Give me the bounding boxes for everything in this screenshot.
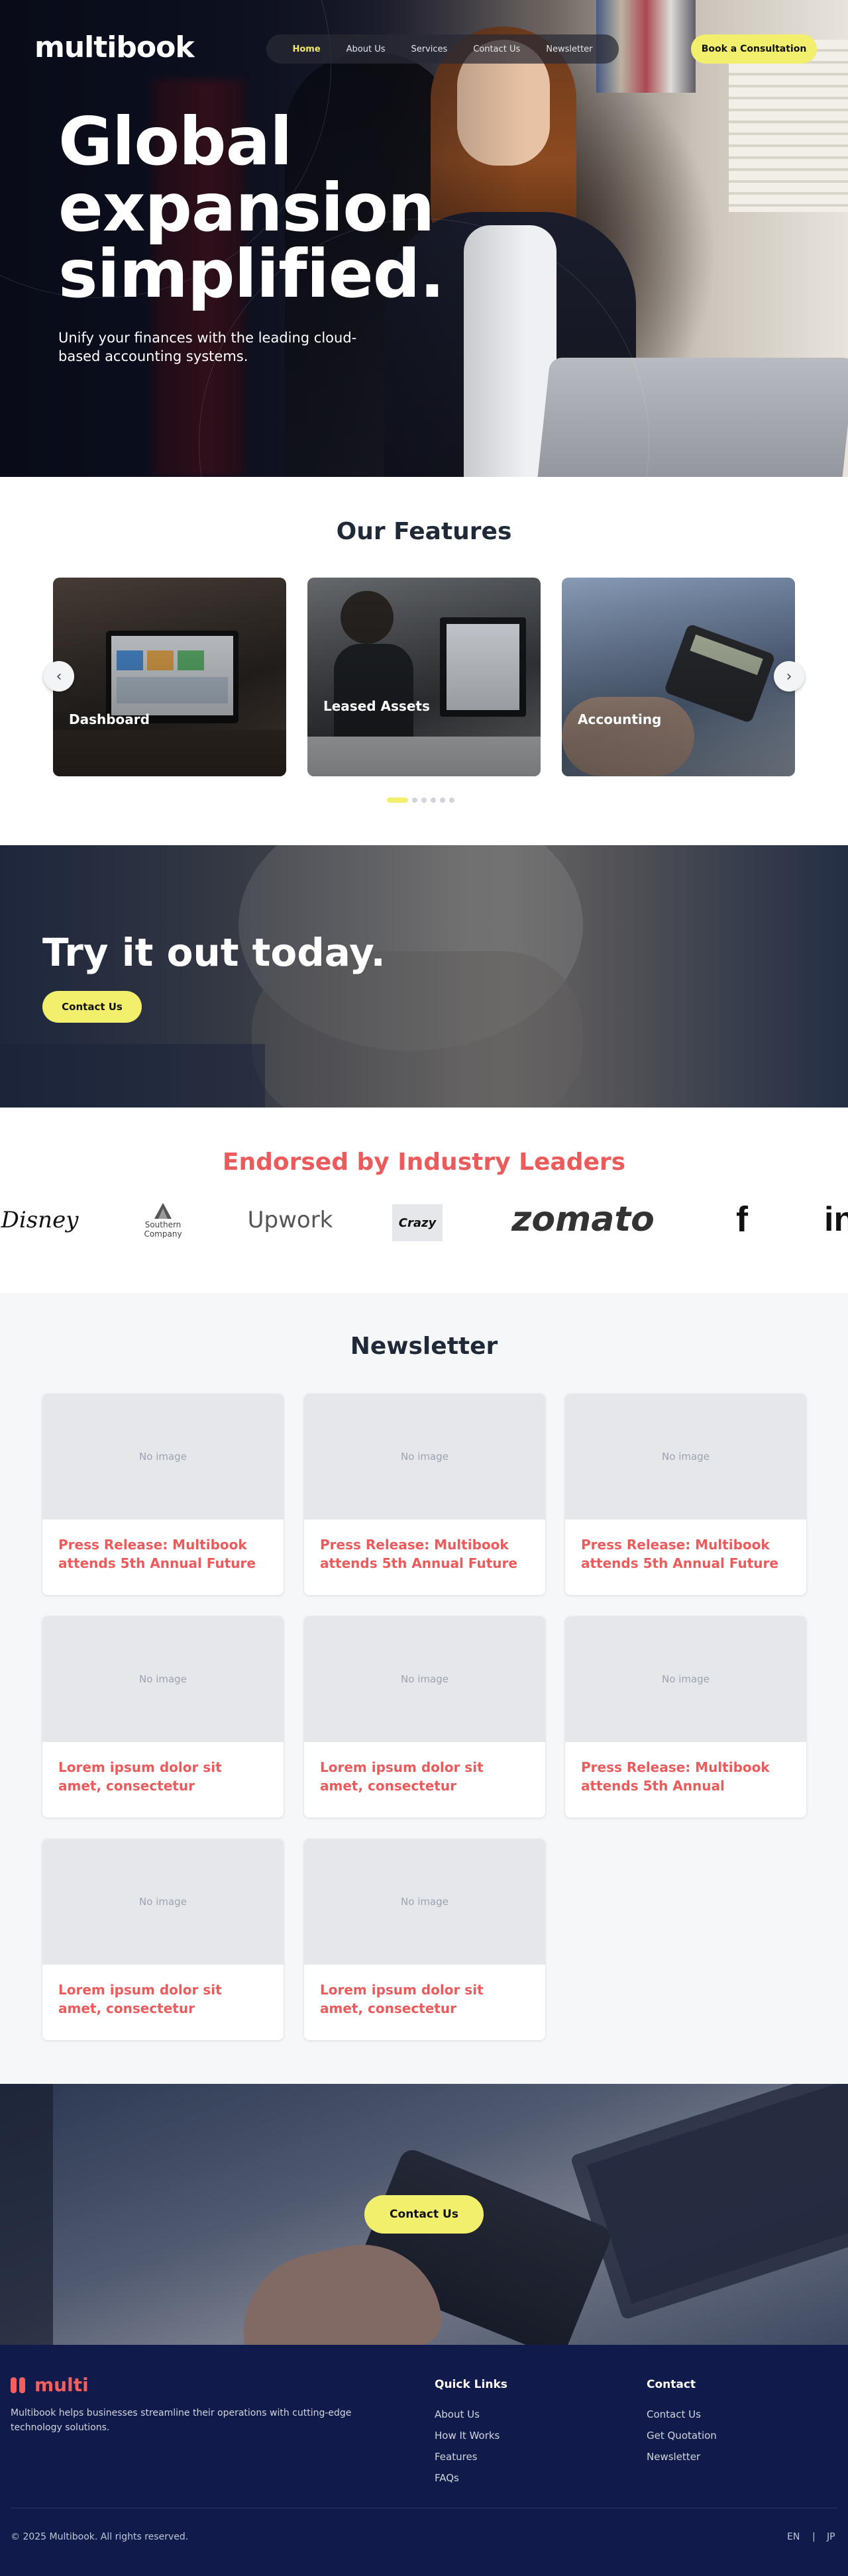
carousel-dot[interactable] <box>449 798 454 803</box>
newsletter-card-image: No image <box>304 1839 545 1965</box>
feature-card-label: Accounting <box>578 711 662 727</box>
language-en-link[interactable]: EN <box>787 2532 800 2542</box>
carousel-dot[interactable] <box>412 798 417 803</box>
newsletter-card[interactable]: No image Lorem ipsum dolor sit amet, con… <box>304 1616 545 1818</box>
brand-logo-upwork: Upwork <box>247 1207 333 1233</box>
hero-section: multibook Home About Us Services Contact… <box>0 0 848 477</box>
newsletter-card[interactable]: No image Press Release: Multibook attend… <box>304 1394 545 1595</box>
nav-home[interactable]: Home <box>292 44 320 54</box>
newsletter-card-title: Lorem ipsum dolor sit amet, consectetur … <box>320 1982 484 2016</box>
language-separator: | <box>812 2532 816 2542</box>
language-jp-link[interactable]: JP <box>827 2532 835 2542</box>
hero-subtitle: Unify your finances with the leading clo… <box>58 330 357 364</box>
nav-services[interactable]: Services <box>411 44 447 54</box>
newsletter-card-image: No image <box>304 1394 545 1520</box>
newsletter-card-image: No image <box>304 1616 545 1742</box>
footer-link-contact-us[interactable]: Contact Us <box>647 2408 701 2420</box>
endorsed-section: Endorsed by Industry Leaders Disney Sout… <box>0 1108 848 1293</box>
newsletter-card-image: No image <box>42 1616 284 1742</box>
newsletter-section: Newsletter No image Press Release: Multi… <box>0 1293 848 2084</box>
footer-link-features[interactable]: Features <box>435 2451 478 2463</box>
newsletter-card-title: Press Release: Multibook attends 5th Ann… <box>58 1537 256 1571</box>
features-section: Our Features Dashboard Leased Assets Acc… <box>0 477 848 845</box>
cta-title: Try it out today. <box>42 930 386 975</box>
footer-link-faqs[interactable]: FAQs <box>435 2472 459 2484</box>
footer-logo[interactable]: multi <box>11 2374 89 2396</box>
facebook-icon: f <box>736 1200 748 1239</box>
newsletter-card-title: Press Release: Multibook attends 5th Ann… <box>581 1537 778 1571</box>
nav-about-us[interactable]: About Us <box>346 44 386 54</box>
site-logo[interactable]: multibook <box>34 30 195 64</box>
brand-logo-zomato: zomato <box>511 1200 655 1239</box>
feature-card-label: Leased Assets <box>323 698 430 714</box>
quick-links-title: Quick Links <box>435 2378 507 2391</box>
newsletter-card-title: Lorem ipsum dolor sit amet, consectetur … <box>58 1759 222 1794</box>
newsletter-card[interactable]: No image Press Release: Multibook attend… <box>565 1394 806 1595</box>
brand-logo-southern-company: Southern Company <box>130 1194 196 1247</box>
chevron-right-icon: › <box>786 668 792 685</box>
newsletter-card-title: Press Release: Multibook attends 5th Ann… <box>581 1759 770 1794</box>
brand-logo-crazy: Crazy <box>392 1204 443 1241</box>
footer-link-newsletter[interactable]: Newsletter <box>647 2451 700 2463</box>
chevron-left-icon: ‹ <box>56 668 62 685</box>
footer-link-about-us[interactable]: About Us <box>435 2408 480 2420</box>
main-nav: Home About Us Services Contact Us Newsle… <box>266 34 619 64</box>
feature-card-leased-assets[interactable]: Leased Assets <box>307 578 541 776</box>
carousel-dot[interactable] <box>440 798 445 803</box>
carousel-dots <box>387 798 454 803</box>
footer-link-get-quotation[interactable]: Get Quotation <box>647 2430 717 2442</box>
newsletter-card-image: No image <box>565 1616 806 1742</box>
contact-us-button[interactable]: Contact Us <box>42 991 142 1023</box>
carousel-dot[interactable] <box>421 798 427 803</box>
newsletter-card[interactable]: No image Lorem ipsum dolor sit amet, con… <box>42 1616 284 1818</box>
brand-logo-disney: Disney <box>1 1207 79 1233</box>
newsletter-card-title: Lorem ipsum dolor sit amet, consectetur … <box>58 1982 222 2016</box>
footer-description: Multibook helps businesses streamline th… <box>11 2408 352 2433</box>
footer-copyright: © 2025 Multibook. All rights reserved. <box>11 2532 189 2542</box>
carousel-next-button[interactable]: › <box>774 661 804 692</box>
endorsed-title: Endorsed by Industry Leaders <box>222 1149 626 1176</box>
carousel-dot[interactable] <box>387 798 408 803</box>
hero-title: Global expansion simplified. <box>58 103 445 313</box>
multibook-mark-icon <box>11 2377 25 2393</box>
newsletter-card[interactable]: No image Lorem ipsum dolor sit amet, con… <box>42 1839 284 2040</box>
nav-newsletter[interactable]: Newsletter <box>546 44 592 54</box>
newsletter-card-image: No image <box>565 1394 806 1520</box>
hero-title-line: simplified. <box>58 235 445 313</box>
cta2-section: Contact Us <box>0 2084 848 2345</box>
newsletter-card[interactable]: No image Lorem ipsum dolor sit amet, con… <box>304 1839 545 2040</box>
carousel-dot[interactable] <box>431 798 436 803</box>
footer-link-how-it-works[interactable]: How It Works <box>435 2430 500 2442</box>
newsletter-title: Newsletter <box>350 1333 498 1360</box>
newsletter-card-image: No image <box>42 1839 284 1965</box>
feature-card-accounting[interactable]: Accounting <box>562 578 795 776</box>
newsletter-card[interactable]: No image Press Release: Multibook attend… <box>565 1616 806 1818</box>
linkedin-icon: in <box>824 1200 848 1239</box>
carousel-prev-button[interactable]: ‹ <box>44 661 74 692</box>
southern-company-mark-icon <box>154 1203 172 1219</box>
footer: multi Multibook helps businesses streaml… <box>0 2345 848 2576</box>
contact-us-button-bottom[interactable]: Contact Us <box>364 2195 484 2234</box>
cta-section: Try it out today. Contact Us <box>0 845 848 1108</box>
hero-title-line: Global <box>58 103 292 180</box>
newsletter-card[interactable]: No image Press Release: Multibook attend… <box>42 1394 284 1595</box>
nav-contact-us[interactable]: Contact Us <box>473 44 520 54</box>
features-title: Our Features <box>336 518 512 545</box>
hero-title-line: expansion <box>58 169 435 246</box>
feature-card-label: Dashboard <box>69 711 150 727</box>
newsletter-card-title: Press Release: Multibook attends 5th Ann… <box>320 1537 517 1571</box>
feature-card-dashboard[interactable]: Dashboard <box>53 578 286 776</box>
newsletter-card-title: Lorem ipsum dolor sit amet, consectetur … <box>320 1759 484 1794</box>
newsletter-card-image: No image <box>42 1394 284 1520</box>
contact-title: Contact <box>647 2378 696 2391</box>
book-consultation-button[interactable]: Book a Consultation <box>691 34 817 64</box>
